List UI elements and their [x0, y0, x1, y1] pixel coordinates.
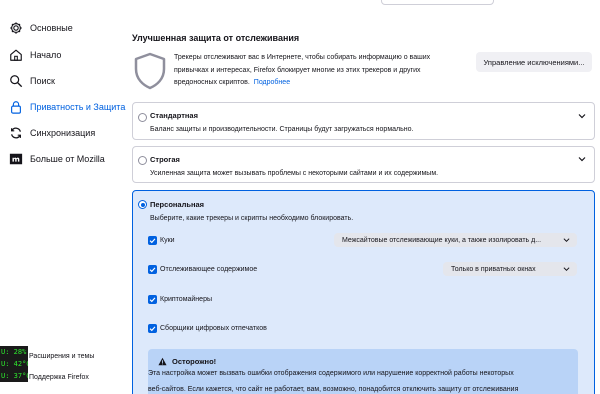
- standard-title: Стандартная: [150, 111, 198, 120]
- cookies-checkbox-row[interactable]: Куки: [148, 234, 175, 246]
- home-icon: [9, 48, 23, 62]
- fingerprinters-checkbox[interactable]: [148, 323, 157, 333]
- warning-line: веб-сайтов. Если кажется, что сайт не ра…: [148, 386, 519, 393]
- manage-exceptions-button[interactable]: Управление исключениями...: [476, 52, 592, 72]
- sidebar-item-label: Начало: [30, 50, 62, 60]
- gear-icon: [9, 21, 23, 35]
- chevron-down-icon[interactable]: [578, 156, 586, 162]
- shield-icon: [134, 52, 166, 90]
- sysmon-line: U: 37°C: [1, 372, 28, 380]
- cookies-label: Куки: [160, 236, 175, 244]
- strict-radio[interactable]: [138, 156, 147, 165]
- chevron-down-icon: [563, 267, 570, 272]
- checkmark-icon: [149, 238, 156, 243]
- cryptominers-checkbox-row[interactable]: Криптомайнеры: [148, 293, 212, 305]
- sidebar-item-general[interactable]: Основные: [9, 17, 73, 39]
- strict-desc: Усиленная защита может вызывать проблемы…: [150, 170, 439, 177]
- sidebar-item-label: Приватность и Защита: [30, 102, 126, 112]
- sidebar-item-privacy[interactable]: Приватность и Защита: [9, 96, 125, 118]
- system-monitor-widget: U: 28% U: 42°C U: 37°C: [0, 346, 28, 382]
- custom-title: Персональная: [150, 200, 205, 209]
- extensions-link[interactable]: Расширения и темы: [29, 353, 94, 360]
- sidebar-item-label: Поиск: [30, 76, 55, 86]
- standard-option-card[interactable]: Стандартная Баланс защиты и производител…: [132, 102, 595, 140]
- cookies-checkbox[interactable]: [148, 235, 157, 245]
- warning-icon: [158, 357, 167, 366]
- checkmark-icon: [149, 297, 156, 302]
- cookies-select[interactable]: Межсайтовые отслеживающие куки, а также …: [334, 233, 577, 247]
- checkmark-icon: [149, 326, 156, 331]
- standard-radio[interactable]: [138, 113, 147, 122]
- chevron-down-icon: [563, 238, 570, 243]
- fingerprinters-checkbox-row[interactable]: Сборщики цифровых отпечатков: [148, 322, 267, 334]
- custom-radio[interactable]: [138, 200, 147, 209]
- warning-title: Осторожно!: [172, 357, 217, 366]
- custom-desc: Выберите, какие трекеры и скрипты необхо…: [150, 215, 354, 222]
- sidebar-item-search[interactable]: Поиск: [9, 70, 55, 92]
- sysmon-line: U: 28%: [1, 348, 27, 356]
- lock-icon: [9, 100, 23, 114]
- standard-desc: Баланс защиты и производительности. Стра…: [150, 126, 414, 133]
- sidebar: Основные Начало Поиск Приватность и Защи…: [0, 0, 125, 394]
- cryptominers-checkbox[interactable]: [148, 294, 157, 304]
- intro-line: Трекеры отслеживают вас в Интернете, что…: [174, 54, 431, 61]
- sysmon-line: U: 42°C: [1, 360, 28, 368]
- learn-more-link[interactable]: Подробнее: [254, 79, 290, 86]
- warning-line: Эта настройка может вызвать ошибки отобр…: [148, 370, 514, 377]
- tracking-content-checkbox[interactable]: [148, 264, 157, 274]
- cryptominers-label: Криптомайнеры: [160, 295, 212, 303]
- sidebar-item-mozilla[interactable]: Больше от Mozilla: [9, 148, 105, 170]
- strict-option-card[interactable]: Строгая Усиленная защита может вызывать …: [132, 146, 595, 183]
- tracking-intro: Трекеры отслеживают вас в Интернете, что…: [174, 52, 464, 90]
- support-label: Поддержка Firefox: [29, 374, 89, 381]
- extensions-label: Расширения и темы: [29, 353, 95, 360]
- strict-title: Строгая: [150, 155, 180, 164]
- sidebar-item-label: Больше от Mozilla: [30, 154, 105, 164]
- mozilla-icon: [9, 152, 23, 166]
- intro-line: вредоносных скриптов.: [174, 79, 250, 86]
- cookies-select-value: Межсайтовые отслеживающие куки, а также …: [342, 236, 542, 244]
- search-icon: [9, 74, 23, 88]
- sidebar-item-label: Основные: [30, 23, 73, 33]
- tracking-content-label: Отслеживающее содержимое: [160, 265, 258, 273]
- section-title: Улучшенная защита от отслеживания: [132, 33, 300, 43]
- sidebar-item-sync[interactable]: Синхронизация: [9, 122, 95, 144]
- search-box[interactable]: [381, 0, 494, 5]
- intro-line: привычках и интересах, Firefox блокирует…: [174, 66, 421, 74]
- sync-icon: [9, 126, 23, 140]
- fingerprinters-label: Сборщики цифровых отпечатков: [160, 324, 267, 332]
- sidebar-item-home[interactable]: Начало: [9, 44, 61, 66]
- tracking-content-checkbox-row[interactable]: Отслеживающее содержимое: [148, 263, 257, 275]
- support-link[interactable]: Поддержка Firefox: [29, 374, 89, 381]
- tracking-content-select[interactable]: Только в приватных окнах: [443, 262, 577, 276]
- sidebar-item-label: Синхронизация: [30, 128, 96, 138]
- chevron-down-icon[interactable]: [578, 113, 586, 119]
- checkmark-icon: [149, 267, 156, 272]
- warning-box: Осторожно! Эта настройка может вызвать о…: [148, 349, 578, 394]
- tracking-content-select-value: Только в приватных окнах: [451, 265, 536, 273]
